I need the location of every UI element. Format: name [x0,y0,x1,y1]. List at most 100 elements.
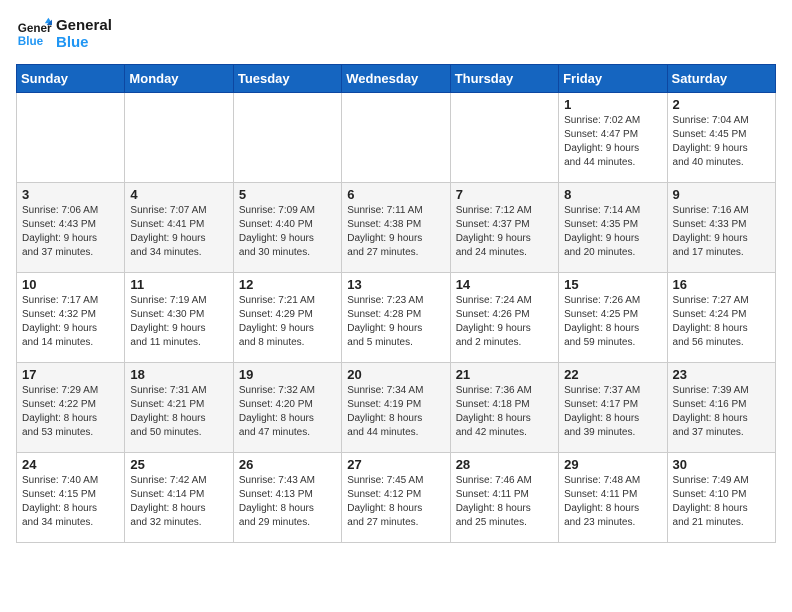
day-number: 14 [456,277,553,292]
day-info: Sunrise: 7:27 AM Sunset: 4:24 PM Dayligh… [673,294,770,350]
day-number: 17 [22,367,119,382]
calendar-cell: 23 Sunrise: 7:39 AM Sunset: 4:16 PM Dayli… [667,363,775,453]
calendar-cell: 24Sunrise: 7:40 AM Sunset: 4:15 PM Dayli… [17,453,125,543]
calendar-cell: 1Sunrise: 7:02 AM Sunset: 4:47 PM Daylig… [559,93,667,183]
calendar-cell: 20Sunrise: 7:34 AM Sunset: 4:19 PM Dayli… [342,363,450,453]
day-number: 4 [130,187,227,202]
day-number: 1 [564,97,661,112]
day-info: Sunrise: 7:49 AM Sunset: 4:10 PM Dayligh… [673,474,770,530]
day-info: Sunrise: 7:07 AM Sunset: 4:41 PM Dayligh… [130,204,227,260]
day-number: 15 [564,277,661,292]
calendar-cell: 4 Sunrise: 7:07 AM Sunset: 4:41 PM Daylig… [125,183,233,273]
calendar-cell: 5 Sunrise: 7:09 AM Sunset: 4:40 PM Daylig… [233,183,341,273]
calendar-cell: 19 Sunrise: 7:32 AM Sunset: 4:20 PM Dayli… [233,363,341,453]
day-number: 9 [673,187,770,202]
logo-blue-text: Blue [56,34,112,51]
page-header: General Blue General Blue [16,16,776,52]
column-header-sunday: Sunday [17,65,125,93]
day-number: 10 [22,277,119,292]
day-info: Sunrise: 7:36 AM Sunset: 4:18 PM Dayligh… [456,384,553,440]
calendar-table: SundayMondayTuesdayWednesdayThursdayFrid… [16,64,776,543]
logo-general-text: General [56,17,112,34]
day-info: Sunrise: 7:04 AM Sunset: 4:45 PM Dayligh… [673,114,770,170]
day-info: Sunrise: 7:06 AM Sunset: 4:43 PM Dayligh… [22,204,119,260]
calendar-cell: 30 Sunrise: 7:49 AM Sunset: 4:10 PM Dayli… [667,453,775,543]
week-row-2: 3 Sunrise: 7:06 AM Sunset: 4:43 PM Daylig… [17,183,776,273]
day-number: 18 [130,367,227,382]
day-number: 7 [456,187,553,202]
day-number: 3 [22,187,119,202]
calendar-cell: 26 Sunrise: 7:43 AM Sunset: 4:13 PM Dayli… [233,453,341,543]
day-number: 2 [673,97,770,112]
day-info: Sunrise: 7:29 AM Sunset: 4:22 PM Dayligh… [22,384,119,440]
day-number: 21 [456,367,553,382]
day-number: 30 [673,457,770,472]
day-info: Sunrise: 7:37 AM Sunset: 4:17 PM Dayligh… [564,384,661,440]
day-info: Sunrise: 7:11 AM Sunset: 4:38 PM Dayligh… [347,204,444,260]
day-number: 19 [239,367,336,382]
column-header-monday: Monday [125,65,233,93]
column-header-tuesday: Tuesday [233,65,341,93]
day-info: Sunrise: 7:46 AM Sunset: 4:11 PM Dayligh… [456,474,553,530]
week-row-1: 1Sunrise: 7:02 AM Sunset: 4:47 PM Daylig… [17,93,776,183]
day-number: 29 [564,457,661,472]
calendar-cell: 2 Sunrise: 7:04 AM Sunset: 4:45 PM Daylig… [667,93,775,183]
day-number: 28 [456,457,553,472]
day-number: 8 [564,187,661,202]
day-number: 12 [239,277,336,292]
week-row-4: 17 Sunrise: 7:29 AM Sunset: 4:22 PM Dayli… [17,363,776,453]
day-info: Sunrise: 7:21 AM Sunset: 4:29 PM Dayligh… [239,294,336,350]
day-number: 16 [673,277,770,292]
day-info: Sunrise: 7:17 AM Sunset: 4:32 PM Dayligh… [22,294,119,350]
calendar-cell [450,93,558,183]
calendar-cell: 3 Sunrise: 7:06 AM Sunset: 4:43 PM Daylig… [17,183,125,273]
column-header-wednesday: Wednesday [342,65,450,93]
calendar-cell: 12 Sunrise: 7:21 AM Sunset: 4:29 PM Dayli… [233,273,341,363]
day-number: 24 [22,457,119,472]
day-number: 27 [347,457,444,472]
day-number: 13 [347,277,444,292]
calendar-cell: 14 Sunrise: 7:24 AM Sunset: 4:26 PM Dayli… [450,273,558,363]
day-number: 25 [130,457,227,472]
day-info: Sunrise: 7:45 AM Sunset: 4:12 PM Dayligh… [347,474,444,530]
day-info: Sunrise: 7:09 AM Sunset: 4:40 PM Dayligh… [239,204,336,260]
calendar-cell: 11Sunrise: 7:19 AM Sunset: 4:30 PM Dayli… [125,273,233,363]
day-info: Sunrise: 7:43 AM Sunset: 4:13 PM Dayligh… [239,474,336,530]
day-info: Sunrise: 7:42 AM Sunset: 4:14 PM Dayligh… [130,474,227,530]
day-info: Sunrise: 7:12 AM Sunset: 4:37 PM Dayligh… [456,204,553,260]
day-info: Sunrise: 7:19 AM Sunset: 4:30 PM Dayligh… [130,294,227,350]
column-header-friday: Friday [559,65,667,93]
logo: General Blue General Blue [16,16,112,52]
day-info: Sunrise: 7:39 AM Sunset: 4:16 PM Dayligh… [673,384,770,440]
calendar-cell: 10 Sunrise: 7:17 AM Sunset: 4:32 PM Dayli… [17,273,125,363]
calendar-cell: 6 Sunrise: 7:11 AM Sunset: 4:38 PM Daylig… [342,183,450,273]
day-number: 26 [239,457,336,472]
day-info: Sunrise: 7:24 AM Sunset: 4:26 PM Dayligh… [456,294,553,350]
day-number: 23 [673,367,770,382]
calendar-cell: 7 Sunrise: 7:12 AM Sunset: 4:37 PM Daylig… [450,183,558,273]
day-info: Sunrise: 7:31 AM Sunset: 4:21 PM Dayligh… [130,384,227,440]
calendar-cell: 21 Sunrise: 7:36 AM Sunset: 4:18 PM Dayli… [450,363,558,453]
svg-text:Blue: Blue [18,35,44,48]
calendar-header-row: SundayMondayTuesdayWednesdayThursdayFrid… [17,65,776,93]
day-number: 20 [347,367,444,382]
calendar-cell: 22Sunrise: 7:37 AM Sunset: 4:17 PM Dayli… [559,363,667,453]
calendar-cell [17,93,125,183]
day-info: Sunrise: 7:16 AM Sunset: 4:33 PM Dayligh… [673,204,770,260]
day-info: Sunrise: 7:23 AM Sunset: 4:28 PM Dayligh… [347,294,444,350]
generalblue-icon: General Blue [16,16,52,52]
calendar-cell: 27 Sunrise: 7:45 AM Sunset: 4:12 PM Dayli… [342,453,450,543]
day-number: 6 [347,187,444,202]
calendar-cell: 28 Sunrise: 7:46 AM Sunset: 4:11 PM Dayli… [450,453,558,543]
calendar-cell: 9 Sunrise: 7:16 AM Sunset: 4:33 PM Daylig… [667,183,775,273]
day-info: Sunrise: 7:14 AM Sunset: 4:35 PM Dayligh… [564,204,661,260]
calendar-cell: 17 Sunrise: 7:29 AM Sunset: 4:22 PM Dayli… [17,363,125,453]
calendar-cell: 16 Sunrise: 7:27 AM Sunset: 4:24 PM Dayli… [667,273,775,363]
day-info: Sunrise: 7:32 AM Sunset: 4:20 PM Dayligh… [239,384,336,440]
day-number: 5 [239,187,336,202]
day-info: Sunrise: 7:26 AM Sunset: 4:25 PM Dayligh… [564,294,661,350]
calendar-cell: 18 Sunrise: 7:31 AM Sunset: 4:21 PM Dayli… [125,363,233,453]
calendar-cell [233,93,341,183]
svg-text:General: General [18,22,52,35]
column-header-thursday: Thursday [450,65,558,93]
